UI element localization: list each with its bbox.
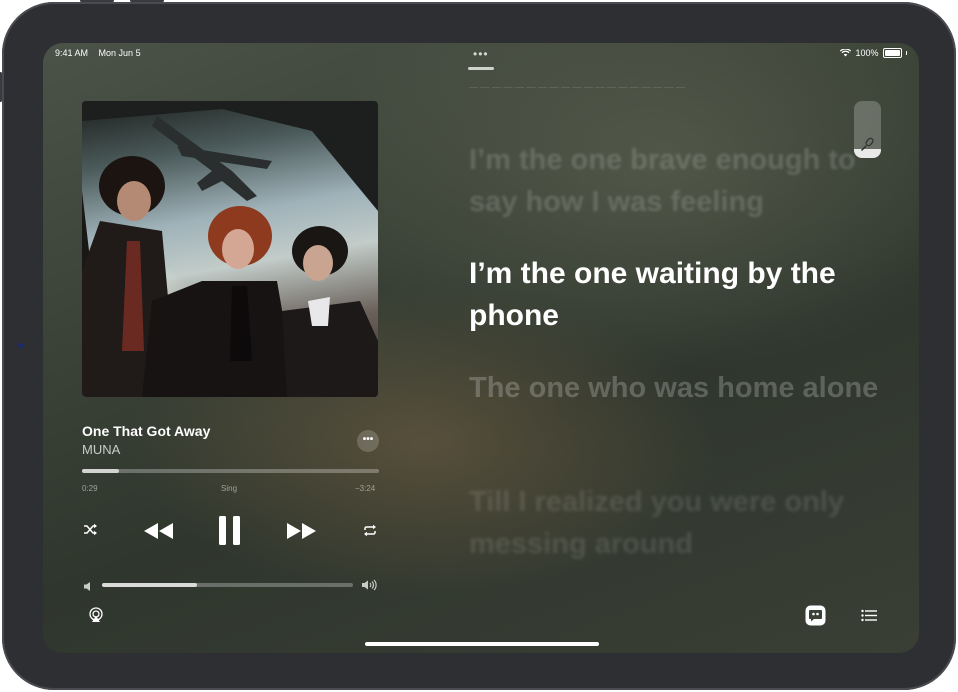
lyrics-icon [805,605,826,626]
album-artwork-image [82,101,378,397]
lyrics-button[interactable] [805,605,826,631]
remaining-time: −3:24 [355,484,376,493]
volume-high-button [361,578,377,596]
playback-progress-fill [82,469,120,473]
volume-low-icon [84,582,90,591]
airplay-button[interactable] [88,607,104,628]
volume-slider[interactable] [102,583,353,587]
song-title[interactable]: One That Got Away [82,423,210,439]
microphone-icon [861,137,874,151]
lyric-next[interactable]: The one who was home alone [469,367,889,409]
next-button[interactable] [286,522,317,545]
queue-icon [861,609,877,622]
queue-button[interactable] [861,609,877,627]
previous-button[interactable] [143,522,174,545]
repeat-button[interactable] [363,524,377,542]
battery-tip [905,51,907,55]
sing-mode-label: Sing [221,484,238,493]
next-icon [287,523,316,539]
shuffle-button[interactable] [83,523,98,541]
status-bar-right: 100% [840,48,907,58]
repeat-icon [364,524,376,537]
lyric-previous[interactable]: I’m the one brave enough to say how I wa… [469,139,889,223]
previous-icon [144,523,173,539]
top-button [80,0,114,2]
more-button[interactable]: ••• [357,430,379,452]
now-playing-screen: 9:41 AM Mon Jun 5 100% ••• One That Got … [43,43,919,653]
status-bar-left: 9:41 AM Mon Jun 5 [55,48,149,58]
song-artist[interactable]: MUNA [82,442,120,457]
home-indicator[interactable] [365,642,599,646]
ipad-frame: 9:41 AM Mon Jun 5 100% ••• One That Got … [0,0,956,690]
more-icon: ••• [362,434,374,445]
shuffle-icon [84,523,97,536]
volume-low-button [83,579,92,597]
pause-button[interactable] [218,515,242,551]
sheet-grabber[interactable] [468,67,494,70]
vocal-level-slider[interactable] [854,101,881,158]
status-date: Mon Jun 5 [98,48,141,58]
playback-scrubber[interactable] [82,469,379,473]
camera-dot [18,343,23,348]
lyric-line-faint: — — — — — — — — — — — — — — — — — — — [469,82,686,92]
lyric-upcoming[interactable]: Till I realized you were only messing ar… [469,481,889,565]
wifi-icon [840,49,852,57]
battery-icon [882,48,902,58]
top-button-secondary [130,0,164,2]
multitasking-dots-icon[interactable]: ••• [473,47,489,61]
lyric-current[interactable]: I’m the one waiting by the phone [469,253,889,337]
battery-percent: 100% [855,48,879,58]
airplay-icon [89,607,103,622]
volume-slider-fill [102,583,198,587]
pause-icon [219,516,240,545]
volume-button [0,72,2,102]
album-artwork [82,101,378,397]
volume-high-icon [362,579,377,591]
elapsed-time: 0:29 [82,484,98,493]
status-time: 9:41 AM [55,48,89,58]
